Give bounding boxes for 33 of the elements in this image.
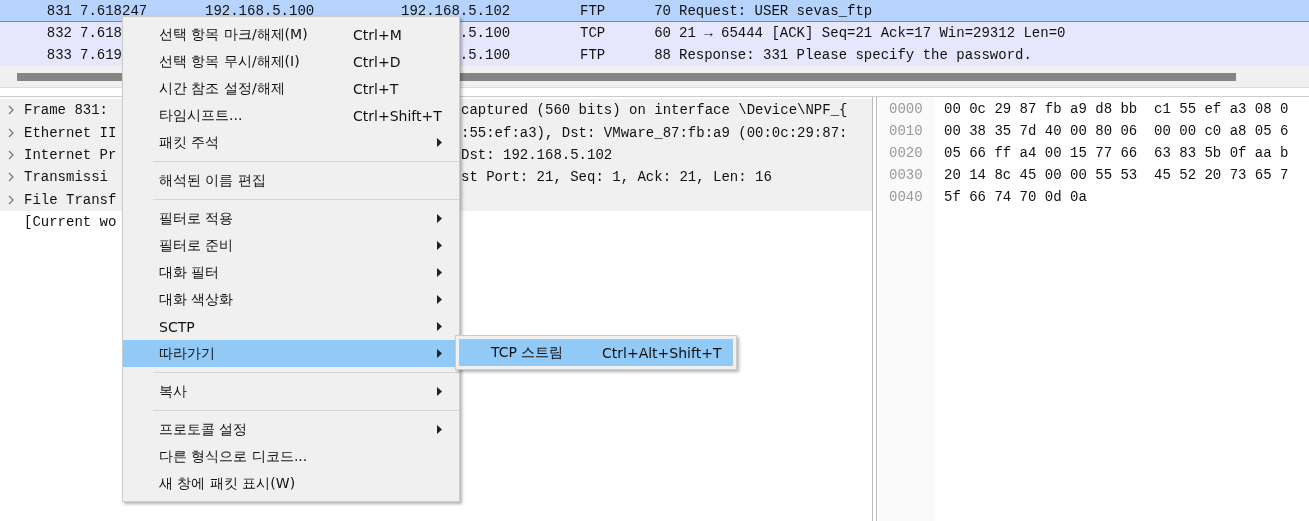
table-cell: 192.168.5.102 [401, 2, 511, 19]
table-cell-text: 60 [653, 25, 671, 41]
offset-label: 0010 [888, 122, 924, 141]
hex-bytes: 5f 66 74 70 0d 0a [944, 188, 1088, 207]
table-cell: 7.618247 [80, 2, 148, 19]
hex-bytes: 00 0c 29 87 fb a9 d8 bb c1 55 ef a3 08 0 [944, 100, 1289, 119]
table-cell-text: 831 [45, 2, 72, 19]
hex-bytes: 20 14 8c 45 00 00 55 53 45 52 20 73 65 7 [944, 166, 1289, 185]
table-cell-text: 70 [653, 2, 671, 19]
detail-text: Dst: 192.168.5.102 [461, 146, 613, 163]
detail-text: captured (560 bits) on interface \Device\NPF_{ [461, 102, 848, 119]
offset-label: 0020 [888, 144, 924, 163]
table-cell-text: .5.100 [458, 25, 511, 41]
offset-label: 0000 [888, 100, 924, 119]
hex-bytes: 05 66 ff a4 00 15 77 66 63 83 5b 0f aa b [944, 144, 1289, 163]
offset-label: 0030 [888, 166, 924, 185]
table-cell-text: 832 [45, 25, 72, 41]
table-cell-text: FTP [580, 2, 607, 19]
detail-text: st Port: 21, Seq: 1, Ack: 21, Len: 16 [461, 169, 772, 186]
table-cell-text: FTP [580, 47, 607, 63]
table-cell: Response: 331 Please specify the password. [679, 47, 1032, 63]
table-cell: 192.168.5.100 [205, 2, 315, 19]
table-cell-text: TCP [580, 25, 607, 41]
offset-label: 0040 [888, 188, 924, 207]
table-cell-text: .5.100 [458, 47, 511, 63]
table-cell: 7.618 [80, 25, 122, 41]
table-cell: 21 → 65444 [ACK] Seq=21 Ack=17 Win=29312 Len=0 [679, 25, 1066, 41]
detail-text: :55:ef:a3), Dst: VMware_87:fb:a9 (00:0c:29:87: [461, 124, 848, 141]
table-cell: 7.619 [80, 47, 122, 63]
table-cell-text: 833 [45, 47, 72, 63]
table-cell-text: 88 [653, 47, 671, 63]
table-cell: Request: USER sevas_ftp [679, 2, 873, 19]
hex-bytes: 00 38 35 7d 40 00 80 06 00 00 c0 a8 05 6 [944, 122, 1289, 141]
